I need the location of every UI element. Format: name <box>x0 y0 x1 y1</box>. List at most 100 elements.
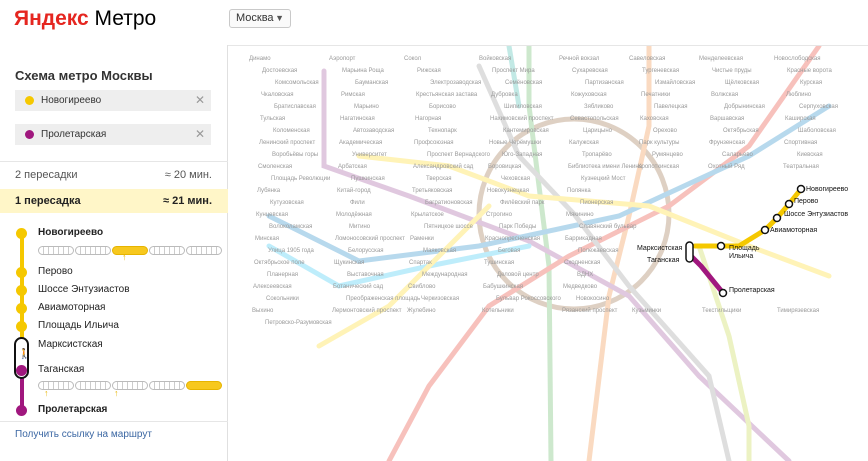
map-station-label[interactable]: Новослободская <box>774 56 821 62</box>
map-station-label[interactable]: Измайловская <box>655 79 695 86</box>
map-station-label[interactable]: Щукинская <box>334 260 364 266</box>
map-station-label[interactable]: Площадь Революции <box>271 176 330 182</box>
map-station-label[interactable]: Октябрьское поле <box>254 260 305 266</box>
map-station-label[interactable]: Алексеевская <box>253 284 292 290</box>
map-station-label[interactable]: Дубровка <box>491 92 518 98</box>
map-station-label[interactable]: Октябрьская <box>723 128 759 134</box>
map-station-label[interactable]: Бауманская <box>355 80 388 86</box>
map-station-label[interactable]: Кузнецкий Мост <box>581 175 626 182</box>
map-station-label[interactable]: Парк культуры <box>639 140 679 146</box>
map-station-label[interactable]: Новокузнецкая <box>487 188 529 194</box>
map-station-label[interactable]: Чеховская <box>501 176 530 182</box>
map-station-label[interactable]: Тульская <box>260 116 285 122</box>
map-station-label[interactable]: Волжская <box>711 92 738 98</box>
map-station-label[interactable]: Проспект Вернадского <box>427 152 491 158</box>
map-station-label[interactable]: Зябликово <box>584 104 614 110</box>
map-station-label[interactable]: Ботанический сад <box>333 283 384 290</box>
route-option-1[interactable]: 2 пересадки ≈ 20 мин. <box>0 163 228 187</box>
map-station-label[interactable]: Калужская <box>569 140 599 146</box>
map-station-label[interactable]: Арбатская <box>338 164 367 170</box>
map-station-label[interactable]: Марьина Роща <box>342 68 385 74</box>
map-station-label[interactable]: Багратионовская <box>425 200 473 206</box>
map-station-label[interactable]: Деловой центр <box>497 271 539 278</box>
map-station-label[interactable]: Менделеевская <box>699 56 743 62</box>
map-station-label[interactable]: Выставочная <box>347 272 384 278</box>
map-station-label[interactable]: Международная <box>422 272 467 278</box>
map-station-label[interactable]: Нагорная <box>415 116 441 122</box>
map-station-label[interactable]: Кожуховская <box>571 92 607 98</box>
map-station-label[interactable]: Люблино <box>786 92 812 98</box>
map-station-label[interactable]: Улица 1905 года <box>268 248 314 254</box>
map-station-label[interactable]: Братиславская <box>274 104 316 110</box>
map-station-label[interactable]: Лубянка <box>257 188 281 194</box>
map-station-label[interactable]: Крылатское <box>411 212 445 218</box>
map-station-label[interactable]: Автозаводская <box>353 128 394 134</box>
map-station-label[interactable]: Проспект Мира <box>492 68 535 74</box>
map-station-label[interactable]: Римская <box>341 92 365 98</box>
map-station-label[interactable]: Сходненская <box>564 260 600 266</box>
map-station-label[interactable]: Красные ворота <box>787 68 832 74</box>
map-station-label[interactable]: Минская <box>255 236 279 242</box>
map-station-label[interactable]: Лермонтовский проспект <box>332 307 402 314</box>
map-station-label[interactable]: Преображенская площадь <box>346 296 420 302</box>
map-station-label[interactable]: Каховская <box>640 116 669 122</box>
map-station-label[interactable]: Смоленская <box>258 164 292 170</box>
map-station-label[interactable]: Черкизовская <box>421 296 459 302</box>
map-station-label[interactable]: Чистые пруды <box>712 68 752 74</box>
map-station-label[interactable]: Боровицкая <box>488 164 521 170</box>
map-station-label[interactable]: Серпуховская <box>799 104 838 110</box>
map-station-label[interactable]: Речной вокзал <box>559 55 600 62</box>
map-station-label[interactable]: Курская <box>800 80 822 86</box>
map-station-label[interactable]: Аэропорт <box>329 56 356 62</box>
map-station-label[interactable]: Александровский сад <box>413 163 474 170</box>
map-station-label[interactable]: Полежаевская <box>578 248 618 254</box>
map-station-label[interactable]: Электрозаводская <box>430 80 481 86</box>
metro-map-svg[interactable]: Новогиреево Перово Шоссе Энтузиастов Ави… <box>229 46 868 461</box>
map-station-label[interactable]: Динамо <box>249 56 271 62</box>
route-option-2[interactable]: 1 пересадка ≈ 21 мин. <box>0 189 228 213</box>
map-station-label[interactable]: Достоевская <box>262 68 297 74</box>
map-station-label[interactable]: Пушкинская <box>351 176 385 182</box>
map-station-label[interactable]: Тушинская <box>484 260 514 266</box>
map-station-label[interactable]: Выхино <box>252 308 274 314</box>
map-station-label[interactable]: Парк Победы <box>499 224 536 230</box>
close-icon[interactable]: ✕ <box>195 124 205 145</box>
map-station-label[interactable]: Щёлковская <box>725 80 759 86</box>
map-station-label[interactable]: Юго-Западная <box>502 152 542 158</box>
map-station-label[interactable]: Сокол <box>404 56 422 62</box>
from-station-field[interactable]: Новогиреево ✕ <box>15 90 211 111</box>
to-station-field[interactable]: Пролетарская ✕ <box>15 124 211 145</box>
map-station-label[interactable]: Коломенская <box>273 128 310 134</box>
map-station-label[interactable]: Семёновская <box>505 80 542 86</box>
city-select[interactable]: Москва ▼ <box>229 9 291 28</box>
map-station-label[interactable]: Свиблово <box>408 284 436 290</box>
map-station-label[interactable]: Нахимовский проспект <box>490 115 554 122</box>
map-station-label[interactable]: Савеловская <box>629 56 665 62</box>
map-station-label[interactable]: Сокольники <box>266 296 299 302</box>
map-station-label[interactable]: Киевская <box>797 152 823 158</box>
map-station-label[interactable]: Комсомольская <box>275 80 319 86</box>
map-station-label[interactable]: Университет <box>352 152 387 158</box>
map-station-label[interactable]: Саларьево <box>722 152 753 158</box>
map-station-label[interactable]: Печатники <box>641 92 670 98</box>
map-station-labels[interactable]: Динамо Аэропорт Сокол Войковская Речной вокз… <box>249 55 838 326</box>
map-station-label[interactable]: Котельники <box>482 308 514 314</box>
map-station-label[interactable]: Воробьёвы горы <box>272 152 318 158</box>
map-station-label[interactable]: Фили <box>350 200 365 206</box>
map-station-label[interactable]: Маяковская <box>423 248 456 254</box>
map-station-label[interactable]: Беговая <box>498 248 520 254</box>
map-station-label[interactable]: Тимирязевская <box>777 308 819 314</box>
map-station-label[interactable]: Театральная <box>783 164 819 170</box>
map-station-label[interactable]: Технопарк <box>428 128 457 134</box>
map-station-label[interactable]: Филёвский парк <box>500 199 545 206</box>
map-station-label[interactable]: Чкаловская <box>261 92 293 98</box>
map-station-label[interactable]: Сухаревская <box>572 68 608 74</box>
map-station-label[interactable]: Планерная <box>267 272 298 278</box>
map-station-label[interactable]: Баррикадная <box>565 236 602 242</box>
map-station-label[interactable]: Бабушкинская <box>483 284 523 290</box>
map-station-label[interactable]: Кантемировская <box>503 128 549 134</box>
map-station-label[interactable]: Кунцевская <box>256 212 288 218</box>
map-station-label[interactable]: Орехово <box>653 128 678 134</box>
map-station-label[interactable]: Партизанская <box>585 80 624 86</box>
get-route-link[interactable]: Получить ссылку на маршрут <box>15 429 152 440</box>
